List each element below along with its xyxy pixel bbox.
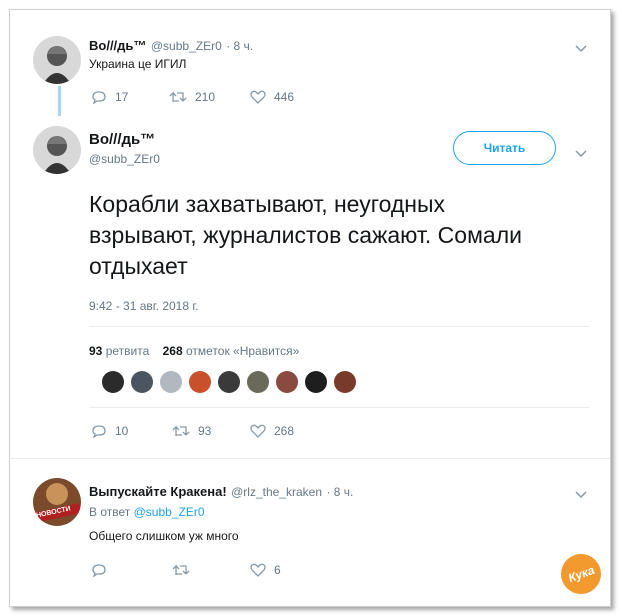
user-handle[interactable]: @subb_ZEr0: [151, 39, 222, 53]
reply-button[interactable]: 17: [91, 90, 128, 104]
retweet-count: 93: [198, 424, 212, 438]
liker-avatar[interactable]: [247, 371, 269, 393]
liker-avatar[interactable]: [160, 371, 182, 393]
display-name[interactable]: Выпускайте Кракена!: [89, 484, 227, 499]
reply-button[interactable]: [91, 563, 115, 577]
avatar[interactable]: [33, 36, 81, 84]
chevron-down-icon[interactable]: [574, 145, 588, 163]
liker-avatar[interactable]: [131, 371, 153, 393]
reply-avatar[interactable]: НОВОСТИ: [33, 478, 81, 526]
avatar[interactable]: [33, 126, 81, 174]
chevron-down-icon[interactable]: [574, 40, 588, 58]
liker-avatar[interactable]: [102, 371, 124, 393]
liker-avatar[interactable]: [218, 371, 240, 393]
reply-icon: [92, 564, 106, 577]
display-name[interactable]: Во///дь™: [89, 131, 155, 148]
divider: [10, 458, 610, 459]
user-handle[interactable]: @subb_ZEr0: [89, 152, 160, 166]
heart-icon: [250, 424, 266, 438]
like-count: 268: [274, 424, 295, 438]
reply-text: Общего слишком уж много: [89, 529, 239, 543]
thread-line: [58, 86, 61, 116]
reply-count: 17: [115, 90, 129, 104]
follow-button[interactable]: Читать: [453, 131, 556, 165]
retweet-button[interactable]: 93: [172, 424, 211, 438]
liker-avatar[interactable]: [189, 371, 211, 393]
reply-count: 10: [115, 424, 129, 438]
tweet-timestamp[interactable]: 9:42 - 31 авг. 2018 г.: [89, 299, 199, 313]
retweet-icon: [172, 425, 190, 436]
divider: [89, 326, 589, 327]
in-reply-to-label: В ответ: [89, 505, 131, 519]
retweet-stat-label[interactable]: ретвита: [106, 344, 150, 358]
heart-icon: [250, 563, 266, 577]
reply-icon: [92, 425, 106, 438]
in-reply-to-handle[interactable]: @subb_ZEr0: [134, 505, 205, 519]
reply-button[interactable]: 10: [91, 424, 128, 438]
tweet-time[interactable]: · 8 ч.: [226, 39, 253, 53]
retweet-stat-count[interactable]: 93: [89, 344, 102, 358]
tweet-time[interactable]: · 8 ч.: [326, 485, 353, 499]
liker-avatar[interactable]: [334, 371, 356, 393]
like-button[interactable]: 446: [250, 90, 294, 104]
like-stat-label[interactable]: отметок «Нравится»: [186, 344, 299, 358]
reply-icon: [92, 91, 106, 104]
retweet-icon: [169, 91, 187, 102]
user-handle[interactable]: @rlz_the_kraken: [231, 485, 322, 499]
chevron-down-icon[interactable]: [574, 486, 588, 504]
watermark-text: Кука: [566, 562, 596, 586]
liker-avatar[interactable]: [305, 371, 327, 393]
liker-avatar[interactable]: [276, 371, 298, 393]
retweet-count: 210: [195, 90, 216, 104]
liker-avatars: [102, 371, 363, 393]
like-count: 6: [274, 563, 281, 577]
watermark-logo: Кука: [561, 554, 601, 594]
display-name[interactable]: Во///дь™: [89, 38, 146, 53]
retweet-icon: [172, 564, 190, 575]
retweet-button[interactable]: 210: [169, 90, 215, 104]
tweet-text: Корабли захватывают, неугодных взрывают,…: [89, 191, 522, 279]
heart-icon: [250, 90, 266, 104]
divider: [89, 407, 589, 408]
like-button[interactable]: 268: [250, 424, 294, 438]
tweet-text: Украина це ИГИЛ: [89, 57, 187, 71]
like-stat-count[interactable]: 268: [163, 344, 183, 358]
retweet-button[interactable]: [172, 563, 198, 577]
like-count: 446: [274, 90, 295, 104]
like-button[interactable]: 6: [250, 563, 281, 577]
